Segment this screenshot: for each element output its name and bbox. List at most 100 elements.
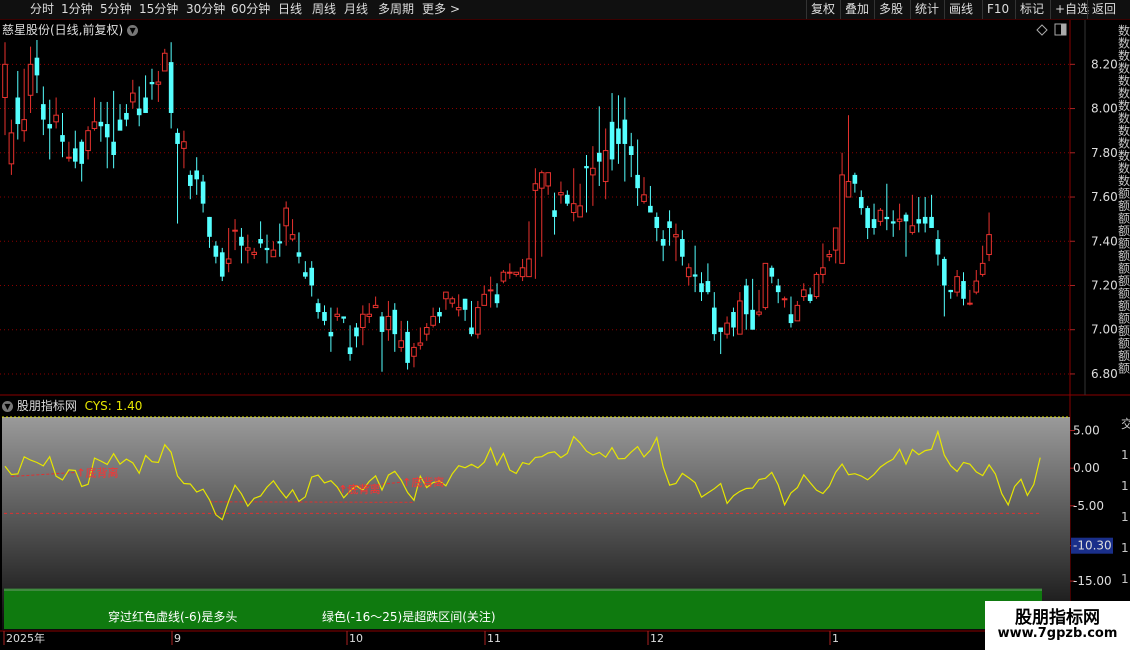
toolbar-button-6[interactable]: 标记 xyxy=(1015,0,1048,19)
candle xyxy=(590,146,596,206)
toolbar-button-2[interactable]: 多股 xyxy=(874,0,907,19)
price-label: 7.20 xyxy=(1091,278,1118,292)
timeframe-tab-0[interactable]: 分时 xyxy=(30,0,54,19)
candle xyxy=(929,194,934,228)
candle xyxy=(942,256,947,317)
candle xyxy=(251,247,258,259)
candle xyxy=(168,42,174,129)
candle xyxy=(91,97,98,131)
candle xyxy=(826,250,833,262)
timeframe-tab-5[interactable]: 60分钟 xyxy=(231,0,270,19)
candle xyxy=(60,112,65,158)
candle xyxy=(756,289,762,317)
indicator-y-label: -15.00 xyxy=(1073,574,1112,588)
candle xyxy=(654,212,660,242)
candle xyxy=(219,247,225,282)
candle xyxy=(104,101,110,169)
candle xyxy=(577,183,583,218)
candle xyxy=(283,201,289,246)
divergence-line-0 xyxy=(11,471,76,478)
timeframe-tab-1[interactable]: 1分钟 xyxy=(61,0,93,19)
timeframe-tab-2[interactable]: 5分钟 xyxy=(100,0,132,19)
candle xyxy=(289,219,296,242)
candle xyxy=(130,79,136,109)
candle xyxy=(935,230,941,266)
window-toggle-icon[interactable] xyxy=(1054,23,1067,36)
candle xyxy=(341,316,346,324)
candle xyxy=(609,93,615,171)
side-panel-text: 额 xyxy=(1118,212,1130,226)
candle xyxy=(47,99,53,160)
timeframe-tab-9[interactable]: 多周期 xyxy=(378,0,414,19)
candle xyxy=(513,271,520,277)
side-panel-text: 额 xyxy=(1118,337,1130,351)
toolbar-button-4[interactable]: 画线 xyxy=(944,0,977,19)
side-panel-text: 额 xyxy=(1118,262,1130,276)
candle xyxy=(813,272,820,299)
indicator-background xyxy=(2,417,1070,630)
timeframe-tab-4[interactable]: 30分钟 xyxy=(186,0,225,19)
time-label: 2025年 xyxy=(6,631,45,645)
candle xyxy=(455,294,462,317)
candle xyxy=(737,292,743,335)
candle xyxy=(685,263,692,286)
candle xyxy=(85,126,91,160)
candle xyxy=(161,48,168,72)
toolbar-button-1[interactable]: 叠加 xyxy=(840,0,873,19)
candle xyxy=(519,258,526,282)
candle xyxy=(750,278,755,330)
candle xyxy=(334,307,341,321)
candle xyxy=(724,316,730,339)
candle xyxy=(379,312,385,372)
timeframe-tab-8[interactable]: 月线 xyxy=(344,0,368,19)
candlestick-series xyxy=(2,40,992,372)
side-panel-text: 额 xyxy=(1118,249,1130,263)
candle xyxy=(494,283,500,308)
side-panel-text: 数 xyxy=(1118,86,1130,101)
candle xyxy=(232,219,238,251)
chevron-down-icon[interactable]: ▼ xyxy=(127,25,139,36)
candle xyxy=(820,243,826,284)
candle xyxy=(200,174,206,213)
current-value-tag xyxy=(1071,537,1113,554)
candle xyxy=(622,97,628,182)
toolbar-button-5[interactable]: F10 xyxy=(982,0,1013,19)
candle xyxy=(423,323,430,341)
candle xyxy=(967,289,973,306)
candle xyxy=(845,115,852,198)
toolbar-button-8[interactable]: 返回 xyxy=(1087,0,1120,19)
candle xyxy=(296,232,302,264)
candle xyxy=(500,270,507,284)
candle xyxy=(322,305,327,326)
timeframe-tab-10[interactable]: 更多 xyxy=(422,0,446,19)
candle xyxy=(475,300,481,339)
candle xyxy=(194,157,199,195)
chevron-down-icon[interactable]: ▼ xyxy=(2,401,13,412)
timeframe-tab-6[interactable]: 日线 xyxy=(278,0,302,19)
toolbar-button-3[interactable]: 统计 xyxy=(910,0,943,19)
candle xyxy=(405,320,410,370)
indicator-y-label: 5.00 xyxy=(1073,424,1100,438)
price-label: 6.80 xyxy=(1091,367,1118,381)
candle xyxy=(15,70,21,140)
candle xyxy=(372,296,379,309)
side-panel-text: 额 xyxy=(1118,224,1130,238)
toolbar-button-0[interactable]: 复权 xyxy=(806,0,839,19)
candle xyxy=(558,181,564,204)
candle xyxy=(641,177,647,204)
watermark-title: 股朋指标网 xyxy=(1015,608,1100,628)
candle xyxy=(718,327,723,355)
candle xyxy=(507,263,513,279)
candle xyxy=(315,298,321,319)
diamond-icon[interactable] xyxy=(1036,24,1048,36)
side-panel-text: 1 xyxy=(1121,479,1129,493)
chart-canvas: 8.20 8.00 7.80 7.60 7.40 7.20 7.00 6.80 ↑底背离 ↑底背… xyxy=(0,20,1130,645)
chevron-right-icon[interactable]: > xyxy=(450,0,460,19)
stock-title: 慈星股份(日线,前复权) xyxy=(2,23,124,37)
timeframe-tab-7[interactable]: 周线 xyxy=(312,0,336,19)
candle xyxy=(961,272,966,306)
side-panel-text: 额 xyxy=(1118,312,1130,326)
candle xyxy=(303,261,308,279)
timeframe-tab-3[interactable]: 15分钟 xyxy=(139,0,178,19)
candle xyxy=(207,216,212,248)
